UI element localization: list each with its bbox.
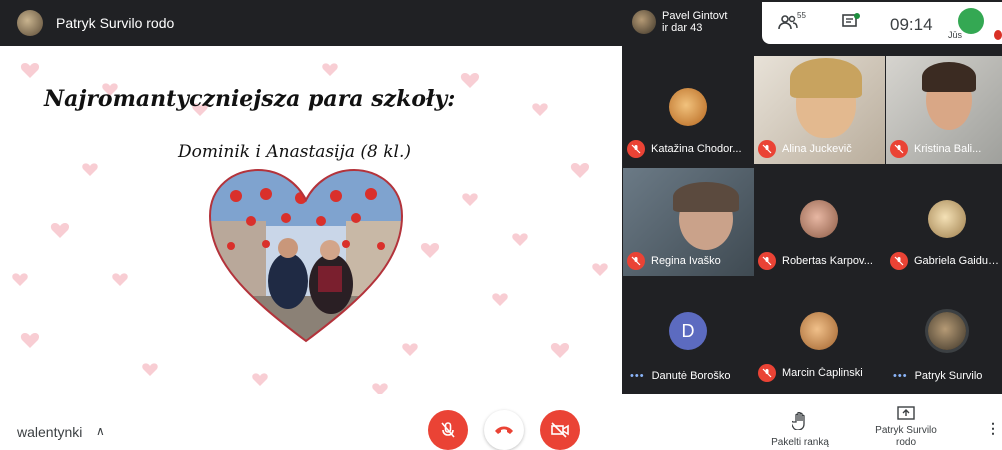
camera-off-icon bbox=[551, 422, 569, 438]
mic-off-icon bbox=[890, 252, 908, 270]
pinned-user-name: Pavel Gintovt bbox=[662, 10, 728, 22]
people-count: 55 bbox=[797, 11, 806, 20]
participant-name: Danutė Boroško bbox=[651, 370, 731, 382]
participant-name: Alina Juckevič bbox=[782, 143, 852, 155]
participant-name: Katažina Chodor... bbox=[651, 143, 742, 155]
participant-avatar bbox=[928, 312, 966, 350]
presenter-bar: Patryk Survilo rodo bbox=[0, 0, 622, 46]
present-label-line2: rodo bbox=[895, 437, 916, 448]
slide-title: Najromantyczniejsza para szkoły: bbox=[44, 86, 456, 112]
meeting-name[interactable]: walentynki bbox=[17, 424, 82, 440]
mic-off-icon bbox=[758, 140, 776, 158]
participant-name: Robertas Karpov... bbox=[782, 255, 873, 267]
mic-toggle-button[interactable] bbox=[428, 410, 468, 450]
hang-up-icon bbox=[495, 426, 513, 434]
cat-avatar bbox=[928, 200, 966, 238]
presenter-name: Patryk Survilo rodo bbox=[56, 15, 175, 31]
participant-tile[interactable]: Alina Juckevič bbox=[754, 56, 885, 164]
raise-hand-label: Pakelti ranką bbox=[771, 437, 829, 448]
pinned-user[interactable]: Pavel Gintovt ir dar 43 bbox=[632, 10, 727, 34]
mic-off-icon bbox=[758, 252, 776, 270]
hamster-avatar bbox=[669, 88, 707, 126]
participant-initial-avatar: D bbox=[669, 312, 707, 350]
mic-off-icon bbox=[758, 364, 776, 382]
pinned-user-avatar bbox=[632, 10, 656, 34]
cat-avatar bbox=[800, 200, 838, 238]
more-options-icon[interactable]: ⋮ bbox=[986, 420, 1000, 437]
present-label-line1: Patryk Survilo bbox=[875, 425, 937, 436]
hair bbox=[922, 62, 976, 92]
presenter-avatar bbox=[17, 10, 43, 36]
participant-tile[interactable]: D ••• Danutė Boroško bbox=[623, 280, 754, 388]
present-button[interactable]: Patryk Survilo rodo bbox=[866, 406, 946, 449]
meeting-info-card: 55 09:14 Jūs bbox=[762, 2, 1002, 44]
cat-avatar bbox=[800, 312, 838, 350]
chevron-up-icon[interactable]: ∧ bbox=[96, 424, 105, 438]
participant-name: Gabriela Gaiduk... bbox=[914, 255, 1000, 267]
participant-name: Marcin Čaplinski bbox=[782, 367, 863, 379]
clock: 09:14 bbox=[890, 15, 933, 34]
participant-tile[interactable]: ••• Patryk Survilo bbox=[886, 280, 1002, 388]
pinned-user-extra: ir dar 43 bbox=[662, 22, 703, 34]
presentation-slide: Najromantyczniejsza para szkoły: Dominik… bbox=[0, 46, 622, 394]
participant-tile[interactable]: Robertas Karpov... bbox=[754, 168, 885, 276]
bottom-toolbar: walentynki ∧ Pakelti ranką Patryk Survil… bbox=[0, 394, 1002, 450]
participant-name: Patryk Survilo bbox=[914, 370, 983, 382]
participant-tile[interactable]: Katažina Chodor... bbox=[623, 56, 754, 164]
leave-call-button[interactable] bbox=[484, 410, 524, 450]
hand-icon bbox=[790, 411, 805, 431]
slide-subtitle: Dominik i Anastasija (8 kl.) bbox=[178, 142, 412, 162]
participant-tile[interactable]: Regina Ivaško bbox=[623, 168, 754, 276]
present-screen-icon bbox=[897, 406, 915, 420]
participant-tile[interactable]: Marcin Čaplinski bbox=[754, 280, 885, 388]
hair bbox=[673, 182, 739, 212]
mic-off-icon bbox=[627, 140, 645, 158]
raise-hand-button[interactable]: Pakelti ranką bbox=[760, 411, 840, 448]
mic-off-icon bbox=[890, 140, 908, 158]
recording-dot bbox=[994, 30, 1002, 40]
mic-off-icon bbox=[627, 252, 645, 270]
heart-photo bbox=[208, 168, 404, 343]
camera-toggle-button[interactable] bbox=[540, 410, 580, 450]
participant-name: Kristina Bali... bbox=[914, 143, 982, 155]
audio-indicator-icon: ••• bbox=[630, 370, 645, 382]
participant-tile[interactable]: Gabriela Gaiduk... bbox=[886, 168, 1002, 276]
participant-name: Regina Ivaško bbox=[651, 255, 721, 267]
participant-tile[interactable]: Kristina Bali... bbox=[886, 56, 1002, 164]
audio-indicator-icon: ••• bbox=[893, 370, 908, 382]
self-label: Jūs bbox=[948, 30, 963, 40]
panel-header: Pavel Gintovt ir dar 43 55 09:14 Jūs bbox=[622, 0, 1002, 46]
people-icon[interactable] bbox=[778, 14, 798, 30]
chat-notification-dot bbox=[854, 13, 860, 19]
hair bbox=[790, 58, 862, 98]
mic-off-icon bbox=[441, 422, 455, 438]
